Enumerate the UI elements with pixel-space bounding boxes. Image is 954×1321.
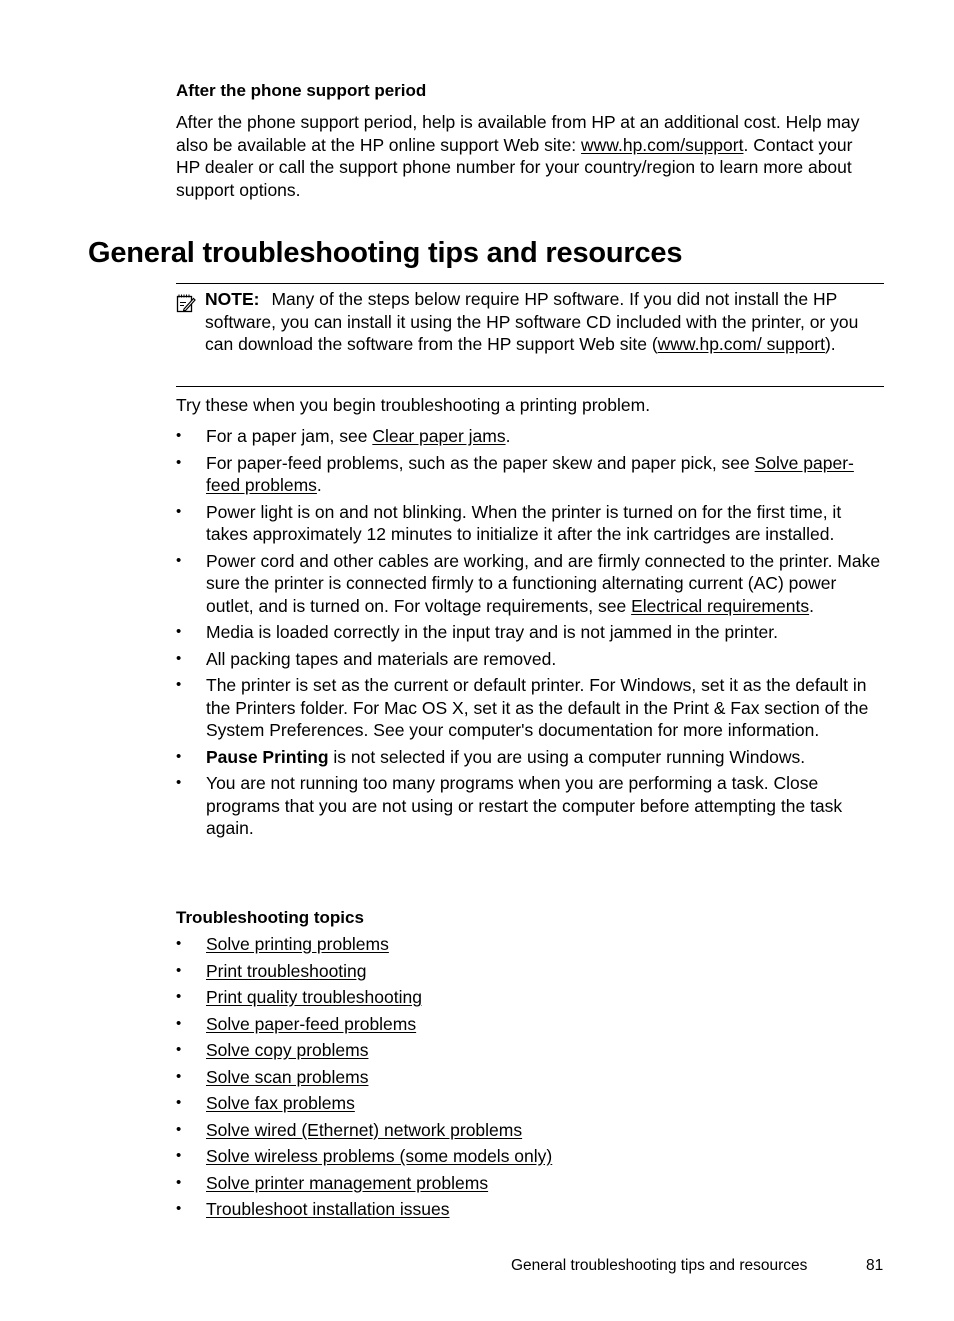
topic-link[interactable]: Solve scan problems — [206, 1067, 368, 1087]
footer-title: General troubleshooting tips and resourc… — [511, 1257, 808, 1274]
list-item: Solve printing problems — [176, 933, 884, 956]
topic-link[interactable]: Solve wired (Ethernet) network problems — [206, 1120, 522, 1140]
topic-link[interactable]: Solve paper-feed problems — [206, 1014, 416, 1034]
electrical-requirements-link[interactable]: Electrical requirements — [631, 596, 809, 616]
list-item: Solve scan problems — [176, 1066, 884, 1089]
topics-list: Solve printing problems Print troublesho… — [176, 933, 884, 1225]
clear-paper-jams-link[interactable]: Clear paper jams — [372, 426, 505, 446]
list-item: Solve wireless problems (some models onl… — [176, 1145, 884, 1168]
list-item: Troubleshoot installation issues — [176, 1198, 884, 1221]
topic-link[interactable]: Solve fax problems — [206, 1093, 355, 1113]
list-item: Power cord and other cables are working,… — [176, 550, 884, 618]
list-item: Solve fax problems — [176, 1092, 884, 1115]
topic-link[interactable]: Solve wireless problems (some models onl… — [206, 1146, 552, 1166]
topic-link[interactable]: Print quality troubleshooting — [206, 987, 422, 1007]
page-title: General troubleshooting tips and resourc… — [88, 237, 683, 269]
list-item: Print quality troubleshooting — [176, 986, 884, 1009]
list-item: All packing tapes and materials are remo… — [176, 648, 884, 671]
section-heading: After the phone support period — [176, 81, 427, 100]
list-item: Pause Printing is not selected if you ar… — [176, 746, 884, 769]
support-paragraph: After the phone support period, help is … — [176, 111, 876, 201]
list-item: You are not running too many programs wh… — [176, 772, 884, 840]
topics-heading: Troubleshooting topics — [176, 908, 364, 927]
document-page: After the phone support period After the… — [0, 0, 954, 1321]
list-item: Solve paper-feed problems — [176, 1013, 884, 1036]
hp-support-link-note[interactable]: www.hp.com/ support — [658, 334, 825, 354]
list-item: Power light is on and not blinking. When… — [176, 501, 884, 546]
topic-link[interactable]: Solve copy problems — [206, 1040, 368, 1060]
list-item: Solve wired (Ethernet) network problems — [176, 1119, 884, 1142]
list-item: Media is loaded correctly in the input t… — [176, 621, 884, 644]
note-box: NOTE: Many of the steps below require HP … — [176, 283, 884, 387]
hp-support-link[interactable]: www.hp.com/support — [581, 135, 743, 155]
pause-printing-label: Pause Printing — [206, 746, 329, 767]
tips-list: For a paper jam, see Clear paper jams. F… — [176, 425, 884, 844]
topic-link[interactable]: Troubleshoot installation issues — [206, 1199, 450, 1219]
list-item: For paper-feed problems, such as the pap… — [176, 452, 884, 497]
note-text: NOTE: Many of the steps below require HP … — [205, 288, 881, 356]
note-label: NOTE: — [205, 289, 260, 309]
list-item: Print troubleshooting — [176, 960, 884, 983]
intro-text: Try these when you begin troubleshooting… — [176, 395, 651, 415]
topic-link[interactable]: Solve printer management problems — [206, 1173, 488, 1193]
note-body-end: ). — [824, 334, 836, 354]
list-item: Solve printer management problems — [176, 1172, 884, 1195]
note-pencil-icon — [176, 293, 196, 313]
list-item: For a paper jam, see Clear paper jams. — [176, 425, 884, 448]
topic-link[interactable]: Print troubleshooting — [206, 961, 367, 981]
page-number: 81 — [866, 1257, 884, 1274]
topic-link[interactable]: Solve printing problems — [206, 934, 389, 954]
list-item: Solve copy problems — [176, 1039, 884, 1062]
list-item: The printer is set as the current or def… — [176, 674, 884, 742]
